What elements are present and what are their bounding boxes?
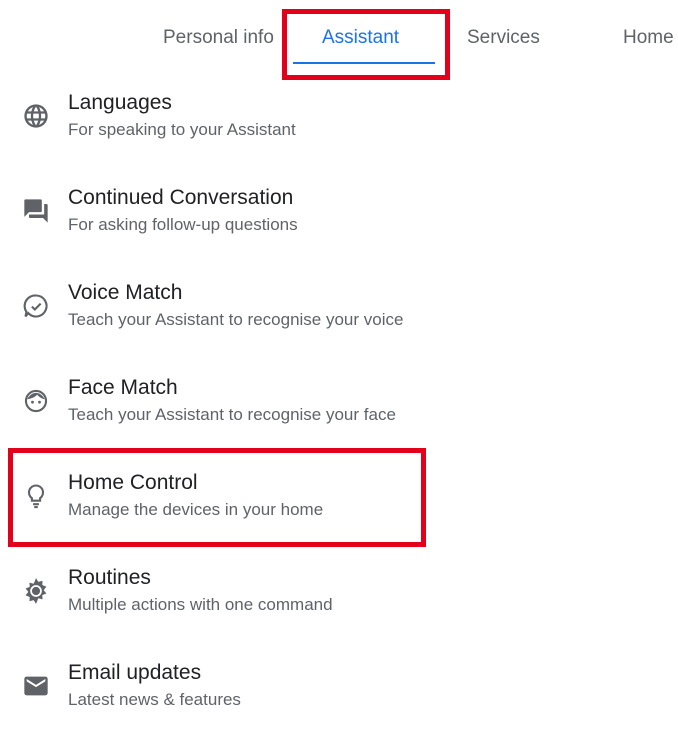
- list-item-subtitle: Manage the devices in your home: [68, 500, 324, 519]
- list-item-email-updates[interactable]: Email updates Latest news & features: [0, 658, 660, 738]
- list-item-subtitle: Teach your Assistant to recognise your f…: [68, 405, 396, 424]
- list-item-subtitle: Teach your Assistant to recognise your v…: [68, 310, 404, 329]
- list-item-title: Voice Match: [68, 281, 183, 304]
- list-item-continued-conversation[interactable]: Continued Conversation For asking follow…: [0, 183, 660, 263]
- list-item-title: Routines: [68, 566, 151, 589]
- routines-icon: [22, 577, 50, 605]
- list-item-subtitle: Multiple actions with one command: [68, 595, 333, 614]
- list-item-title: Email updates: [68, 661, 202, 684]
- list-item-subtitle: For asking follow-up questions: [68, 215, 298, 234]
- tab-services[interactable]: Services: [467, 26, 540, 50]
- list-item-face-match[interactable]: Face Match Teach your Assistant to recog…: [0, 373, 660, 453]
- list-item-title: Continued Conversation: [68, 186, 294, 209]
- list-item-routines[interactable]: Routines Multiple actions with one comma…: [0, 563, 660, 643]
- list-item-languages[interactable]: Languages For speaking to your Assistant: [0, 88, 660, 168]
- list-item-subtitle: For speaking to your Assistant: [68, 120, 296, 139]
- voice-match-icon: [22, 292, 50, 320]
- list-item-title: Home Control: [68, 471, 198, 494]
- tab-assistant[interactable]: Assistant: [322, 26, 399, 50]
- active-tab-indicator: [293, 62, 435, 64]
- email-icon: [22, 672, 50, 700]
- list-item-subtitle: Latest news & features: [68, 690, 241, 709]
- list-item-home-control[interactable]: Home Control Manage the devices in your …: [0, 468, 660, 548]
- globe-icon: [22, 102, 50, 130]
- chat-icon: [22, 197, 50, 225]
- lightbulb-icon: [22, 482, 50, 510]
- tab-home[interactable]: Home: [623, 26, 674, 50]
- face-icon: [22, 387, 50, 415]
- list-item-voice-match[interactable]: Voice Match Teach your Assistant to reco…: [0, 278, 660, 358]
- tab-personal-info[interactable]: Personal info: [163, 26, 274, 50]
- list-item-title: Languages: [68, 91, 172, 114]
- list-item-title: Face Match: [68, 376, 178, 399]
- tab-bar: Personal info Assistant Services Home: [0, 0, 678, 70]
